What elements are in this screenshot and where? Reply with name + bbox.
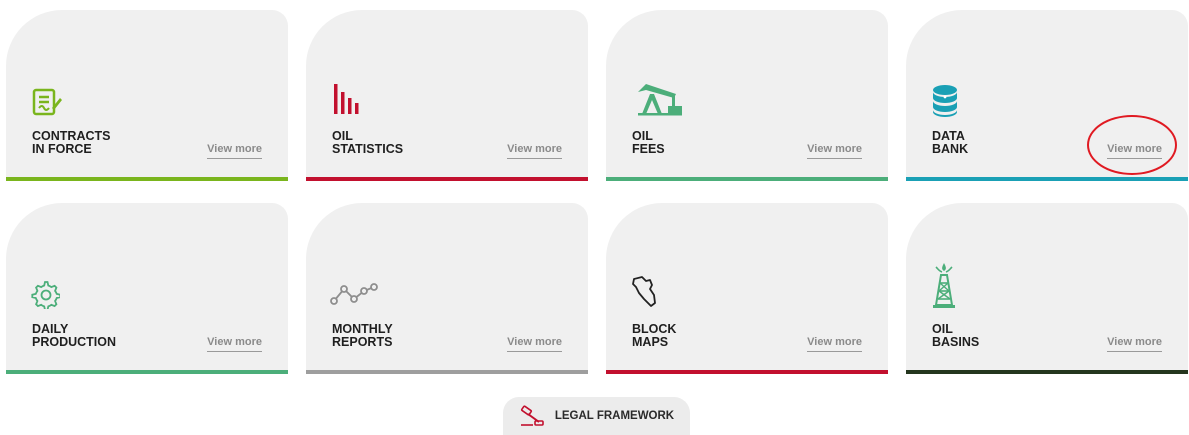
legal-framework-button[interactable]: LEGAL FRAMEWORK [503,397,690,435]
card-daily-production[interactable]: DAILY PRODUCTION View more [6,203,288,374]
view-more-link[interactable]: View more [807,336,862,352]
card-title: CONTRACTS IN FORCE [32,129,111,156]
card-title: OIL FEES [632,129,665,156]
card-title: OIL BASINS [932,322,980,349]
card-contracts-in-force[interactable]: CONTRACTS IN FORCE View more [6,10,288,181]
view-more-link[interactable]: View more [807,143,862,159]
view-more-link[interactable]: View more [1107,336,1162,352]
card-title: BLOCK MAPS [632,322,677,349]
card-title: OIL STATISTICS [332,129,404,156]
card-oil-basins[interactable]: OIL BASINS View more [906,203,1188,374]
card-accent-bar [6,177,288,181]
card-title: DATA BANK [932,129,969,156]
card-accent-bar [906,177,1188,181]
gear-icon [30,279,60,309]
card-monthly-reports[interactable]: MONTHLY REPORTS View more [306,203,588,374]
view-more-link[interactable]: View more [207,336,262,352]
card-data-bank[interactable]: DATA BANK View more [906,10,1188,181]
database-icon [930,84,960,118]
card-accent-bar [6,370,288,374]
gavel-icon [519,405,545,427]
legal-framework-label: LEGAL FRAMEWORK [554,410,675,422]
card-oil-fees[interactable]: OIL FEES View more [606,10,888,181]
view-more-link[interactable]: View more [1107,143,1162,159]
oil-rig-icon [930,261,958,309]
card-oil-statistics[interactable]: OIL STATISTICS View more [306,10,588,181]
card-title: DAILY PRODUCTION [32,322,117,349]
line-chart-icon [330,281,380,307]
view-more-link[interactable]: View more [207,143,262,159]
card-block-maps[interactable]: BLOCK MAPS View more [606,203,888,374]
card-accent-bar [306,177,588,181]
card-title: MONTHLY REPORTS [332,322,393,349]
bar-chart-icon [330,82,364,116]
card-accent-bar [606,177,888,181]
contract-icon [30,86,64,120]
pumpjack-icon [636,78,684,116]
view-more-link[interactable]: View more [507,336,562,352]
view-more-link[interactable]: View more [507,143,562,159]
card-accent-bar [306,370,588,374]
card-accent-bar [606,370,888,374]
card-accent-bar [906,370,1188,374]
map-icon [630,275,658,309]
